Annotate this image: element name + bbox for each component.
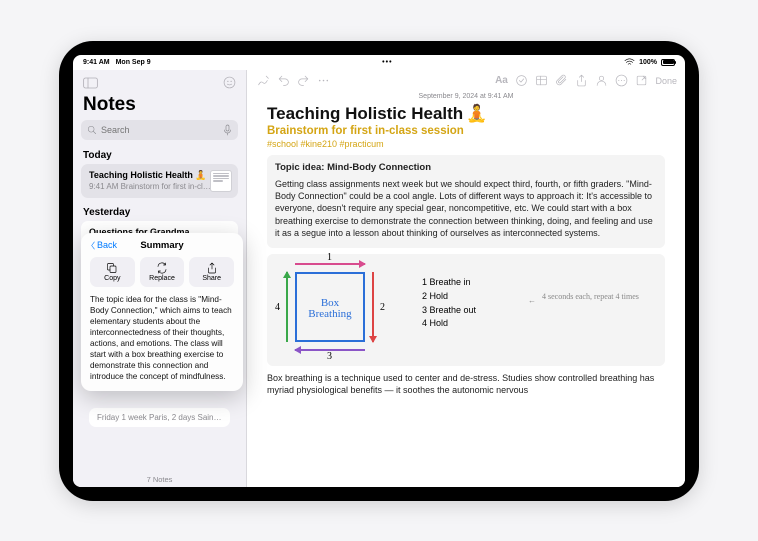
replace-icon (156, 262, 168, 274)
search-bar[interactable] (81, 120, 238, 140)
doc-date: September 9, 2024 at 9:41 AM (267, 93, 665, 100)
replace-button[interactable]: Replace (140, 257, 185, 287)
table-icon[interactable] (533, 73, 549, 89)
arrow-1 (295, 263, 365, 265)
back-button[interactable]: Back (90, 240, 117, 250)
replace-label: Replace (149, 275, 175, 282)
ipad-frame: 9:41 AM Mon Sep 9 ••• 100% (59, 41, 699, 501)
copy-label: Copy (104, 275, 120, 282)
back-label: Back (97, 240, 117, 250)
attachment-icon[interactable] (553, 73, 569, 89)
collaborate-icon[interactable] (593, 73, 609, 89)
status-bar: 9:41 AM Mon Sep 9 ••• 100% (73, 55, 685, 70)
note-thumbnail (210, 170, 232, 192)
arrow-4 (286, 272, 288, 342)
chevron-left-icon (90, 241, 96, 250)
share-button[interactable]: Share (189, 257, 234, 287)
share-label: Share (202, 275, 221, 282)
battery-icon (661, 59, 675, 66)
summary-popover: Back Summary Copy Replace (81, 233, 243, 392)
redo-icon[interactable] (295, 73, 311, 89)
section-today: Today (73, 146, 246, 164)
new-note-icon[interactable] (633, 73, 649, 89)
doc-subtitle: Brainstorm for first in-class session (267, 125, 665, 137)
ellipsis-circle-icon[interactable] (613, 73, 629, 89)
num-2: 2 (380, 302, 385, 313)
multitask-dots[interactable]: ••• (382, 59, 392, 66)
side-annotation: 4 seconds each, repeat 4 times (542, 292, 639, 302)
breathing-steps: 1 Breathe in 2 Hold 3 Breathe out 4 Hold (422, 276, 476, 332)
num-3: 3 (327, 351, 332, 362)
section-yesterday: Yesterday (73, 203, 246, 221)
note-item-teaching-holistic[interactable]: Teaching Holistic Health 🧘 9:41 AM Brain… (81, 164, 238, 198)
box-breathing-sketch: Box Breathing 1 2 3 4 1 Breathe in (267, 254, 665, 366)
summary-text: The topic idea for the class is "Mind-Bo… (90, 294, 234, 383)
num-1: 1 (327, 252, 332, 263)
text-format-icon[interactable]: Aa (493, 73, 509, 89)
closing-paragraph: Box breathing is a technique used to cen… (267, 372, 665, 397)
idea-heading: Topic idea: Mind-Body Connection (275, 161, 657, 174)
note-meta: Friday 1 week Paris, 2 days Saint-Malo, … (97, 413, 222, 422)
done-button[interactable]: Done (655, 76, 677, 86)
editor-toolbar: Aa Done (247, 70, 685, 92)
idea-body: Getting class assignments next week but … (275, 178, 657, 240)
notes-sidebar: Notes Today Teaching Holistic Health 🧘 9… (73, 70, 247, 487)
share-icon (206, 262, 218, 274)
popover-title: Summary (140, 240, 183, 251)
note-item-partial[interactable]: Friday 1 week Paris, 2 days Saint-Malo, … (89, 408, 230, 427)
compose-emoji-icon[interactable] (220, 74, 238, 92)
doc-title: Teaching Holistic Health🧘 (267, 104, 665, 124)
search-icon (87, 125, 97, 135)
checklist-icon[interactable] (513, 73, 529, 89)
share-note-icon[interactable] (573, 73, 589, 89)
copy-button[interactable]: Copy (90, 257, 135, 287)
search-input[interactable] (101, 125, 219, 135)
handwriting-icon[interactable] (255, 73, 271, 89)
topic-idea-block: Topic idea: Mind-Body Connection Getting… (267, 155, 665, 248)
app-title: Notes (73, 92, 246, 120)
doc-tags[interactable]: #school #kine210 #practicum (267, 139, 665, 149)
box-center-label: Box Breathing (305, 298, 355, 321)
note-count: 7 Notes (73, 475, 246, 484)
num-4: 4 (275, 302, 280, 313)
arrow-2 (372, 272, 374, 342)
more-icon[interactable] (315, 73, 331, 89)
battery-percent: 100% (639, 59, 657, 66)
document-body[interactable]: September 9, 2024 at 9:41 AM Teaching Ho… (247, 92, 685, 487)
status-time: 9:41 AM (83, 59, 110, 66)
wifi-icon (624, 58, 635, 66)
note-meta: 9:41 AM Brainstorm for first in-cl… (89, 182, 230, 191)
note-title: Teaching Holistic Health 🧘 (89, 170, 230, 181)
undo-icon[interactable] (275, 73, 291, 89)
note-editor: Aa Done September 9, 2024 at 9:41 AM Tea… (247, 70, 685, 487)
screen: 9:41 AM Mon Sep 9 ••• 100% (73, 55, 685, 487)
sidebar-toggle-icon[interactable] (81, 74, 99, 92)
dictation-icon[interactable] (223, 124, 232, 136)
copy-icon (106, 262, 118, 274)
status-date: Mon Sep 9 (116, 59, 151, 66)
title-emoji: 🧘 (466, 104, 487, 124)
